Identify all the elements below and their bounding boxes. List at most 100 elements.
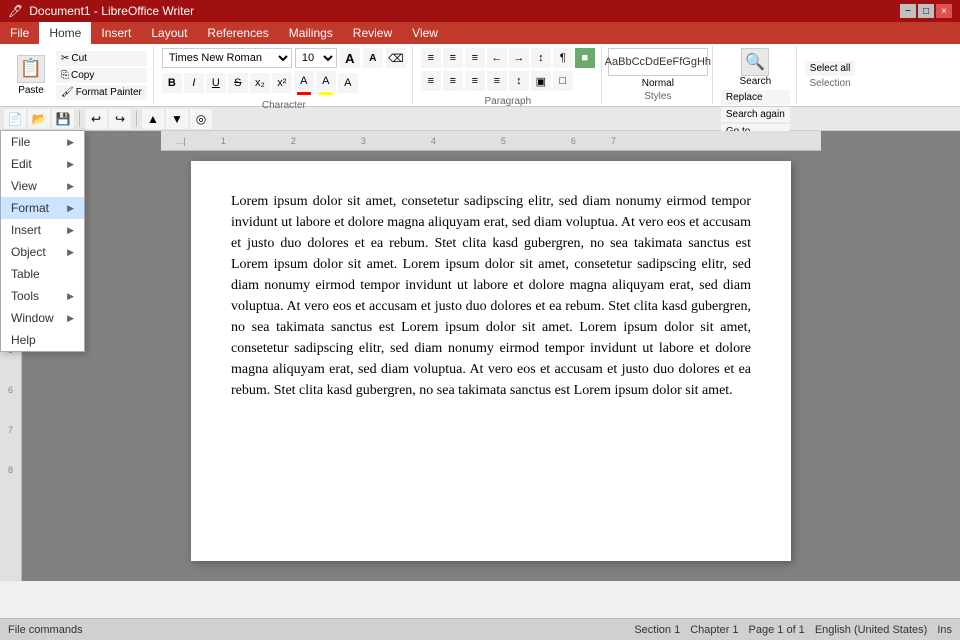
highlight-color-bar — [319, 92, 333, 95]
toolbar-bar: 📄 📂 💾 ↩ ↪ ▲ ▼ ◎ — [0, 107, 960, 131]
justify-button[interactable]: ≡ — [487, 71, 507, 91]
dropdown-object[interactable]: Object ▶ — [1, 241, 84, 263]
paste-icon: 📋 — [17, 55, 45, 83]
underline-button[interactable]: U — [206, 73, 226, 93]
copy-button[interactable]: ⎘ Copy — [56, 68, 147, 83]
menu-layout[interactable]: Layout — [141, 22, 197, 44]
maximize-button[interactable]: □ — [918, 4, 934, 18]
decrease-font-size-button[interactable]: A — [363, 48, 383, 68]
minimize-button[interactable]: − — [900, 4, 916, 18]
clipboard-group: 📋 Paste ✂ Cut ⎘ Copy 🖌 Format Painter — [4, 46, 154, 104]
nav-target-button[interactable]: ◎ — [190, 109, 212, 129]
font-row-1: Times New Roman 10 A A ⌫ — [162, 48, 406, 68]
dropdown-insert[interactable]: Insert ▶ — [1, 219, 84, 241]
align-left-button[interactable]: ≡ — [421, 71, 441, 91]
dropdown-table[interactable]: Table — [1, 263, 84, 285]
align-center-button[interactable]: ≡ — [443, 71, 463, 91]
font-name-select[interactable]: Times New Roman — [162, 48, 292, 68]
top-ruler: ...| 1 2 3 4 5 6 7 — [161, 131, 821, 151]
selection-group: Select all Selection — [799, 46, 862, 104]
superscript-button[interactable]: x² — [272, 73, 292, 93]
replace-button[interactable]: Replace — [721, 90, 790, 105]
show-hide-button[interactable]: ¶ — [553, 48, 573, 68]
ruler-mark-7: 6 — [571, 136, 576, 146]
dropdown-tools-label: Tools — [11, 289, 39, 303]
close-button[interactable]: × — [936, 4, 952, 18]
dropdown-window[interactable]: Window ▶ — [1, 307, 84, 329]
align-right-button[interactable]: ≡ — [465, 71, 485, 91]
toolbar-separator-1 — [79, 111, 80, 127]
status-bar: File commands Section 1 Chapter 1 Page 1… — [0, 618, 960, 640]
format-painter-icon: 🖌 — [61, 87, 74, 98]
dropdown-object-arrow: ▶ — [67, 247, 74, 258]
multilevel-button[interactable]: ≡ — [465, 48, 485, 68]
subscript-button[interactable]: x₂ — [250, 73, 270, 93]
dropdown-edit-label: Edit — [11, 157, 32, 171]
para-color-button[interactable]: ■ — [575, 48, 595, 68]
menu-home[interactable]: Home — [39, 22, 91, 44]
font-size-select[interactable]: 10 — [295, 48, 337, 68]
document-page[interactable]: Lorem ipsum dolor sit amet, consetetur s… — [191, 161, 791, 561]
save-button[interactable]: 💾 — [52, 109, 74, 129]
menu-mailings[interactable]: Mailings — [279, 22, 343, 44]
styles-preview[interactable]: AaBbCcDdEeFfGgHh — [608, 48, 708, 76]
nav-up-button[interactable]: ▲ — [142, 109, 164, 129]
italic-button[interactable]: I — [184, 73, 204, 93]
increase-indent-button[interactable]: → — [509, 48, 529, 68]
font-color-bar — [297, 92, 311, 95]
menu-file[interactable]: File — [0, 22, 39, 44]
paste-button[interactable]: 📋 Paste — [10, 48, 52, 102]
dropdown-format[interactable]: Format ▶ — [1, 197, 84, 219]
dropdown-help[interactable]: Help — [1, 329, 84, 351]
search-group: 🔍 Search Replace Search again Go to Sear… — [715, 46, 797, 104]
menu-review[interactable]: Review — [343, 22, 402, 44]
format-painter-button[interactable]: 🖌 Format Painter — [56, 85, 147, 100]
styles-group-label: Styles — [644, 89, 671, 102]
search-again-button[interactable]: Search again — [721, 107, 790, 122]
nav-down-button[interactable]: ▼ — [166, 109, 188, 129]
menu-view[interactable]: View — [402, 22, 448, 44]
redo-button[interactable]: ↪ — [109, 109, 131, 129]
ruler-mark-6: 5 — [501, 136, 506, 146]
bullets-button[interactable]: ≡ — [421, 48, 441, 68]
dropdown-edit-arrow: ▶ — [67, 159, 74, 170]
paste-label: Paste — [18, 85, 44, 96]
line-spacing-button[interactable]: ↕ — [509, 71, 529, 91]
menu-insert[interactable]: Insert — [91, 22, 141, 44]
cut-button[interactable]: ✂ Cut — [56, 51, 147, 66]
borders-button[interactable]: □ — [553, 71, 573, 91]
menu-references[interactable]: References — [197, 22, 278, 44]
section-status: Section 1 — [634, 624, 680, 636]
doc-title: Document1 - LibreOffice Writer — [29, 4, 194, 18]
bold-button[interactable]: B — [162, 73, 182, 93]
main-area: 1 2 3 4 5 6 7 8 ...| 1 2 3 4 5 6 7 — [0, 131, 960, 581]
dropdown-file[interactable]: File ▶ — [1, 131, 84, 153]
undo-button[interactable]: ↩ — [85, 109, 107, 129]
font-color-button[interactable]: A — [294, 71, 314, 91]
search-label: Search — [739, 76, 771, 87]
dropdown-tools[interactable]: Tools ▶ — [1, 285, 84, 307]
status-right: Section 1 Chapter 1 Page 1 of 1 English … — [634, 624, 952, 636]
open-button[interactable]: 📂 — [28, 109, 50, 129]
shading-button[interactable]: ▣ — [531, 71, 551, 91]
strikethrough-button[interactable]: S — [228, 73, 248, 93]
ruler-num-8: 8 — [8, 465, 13, 505]
font-group: Times New Roman 10 A A ⌫ B I U S x₂ x² A — [156, 46, 413, 104]
dropdown-view[interactable]: View ▶ — [1, 175, 84, 197]
select-all-button[interactable]: Select all — [805, 61, 856, 76]
search-button[interactable]: 🔍 Search — [739, 48, 771, 87]
ruler-mark-3: 2 — [291, 136, 296, 146]
dropdown-window-arrow: ▶ — [67, 313, 74, 324]
clear-formatting-button[interactable]: ⌫ — [386, 48, 406, 68]
ribbon-content: 📋 Paste ✂ Cut ⎘ Copy 🖌 Format Painter — [0, 44, 960, 106]
dropdown-view-arrow: ▶ — [67, 181, 74, 192]
new-button[interactable]: 📄 — [4, 109, 26, 129]
highlight-color-button[interactable]: A — [316, 71, 336, 91]
numbering-button[interactable]: ≡ — [443, 48, 463, 68]
increase-font-size-button[interactable]: A — [340, 48, 360, 68]
ruler-num-7: 7 — [8, 425, 13, 465]
sort-button[interactable]: ↕ — [531, 48, 551, 68]
dropdown-edit[interactable]: Edit ▶ — [1, 153, 84, 175]
decrease-indent-button[interactable]: ← — [487, 48, 507, 68]
text-effects-button[interactable]: A — [338, 73, 358, 93]
